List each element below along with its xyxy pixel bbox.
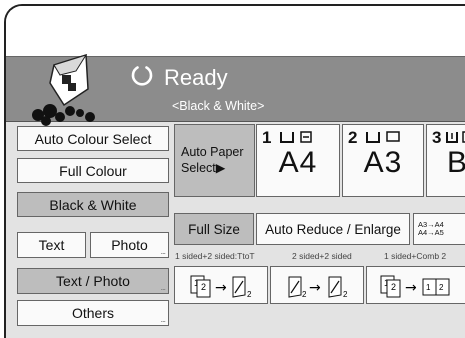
tray-icon: [446, 131, 465, 143]
status-subtitle: <Black & White>: [172, 99, 265, 113]
duplex-2-to-2-button[interactable]: 2 → 2: [270, 266, 364, 304]
top-band: [6, 6, 465, 56]
others-button[interactable]: Others ...: [17, 300, 169, 326]
duplex-2-to-2-icon: 2 → 2: [288, 276, 348, 299]
full-size-button[interactable]: Full Size: [174, 213, 254, 245]
photo-button-label: Photo: [111, 237, 148, 253]
tray-2-number: 2: [348, 128, 358, 147]
others-label: Others: [71, 305, 114, 321]
auto-colour-select-button[interactable]: Auto Colour Select: [17, 126, 169, 151]
copier-logo-icon: [32, 53, 95, 126]
auto-paper-select-button[interactable]: Auto Paper Select▶: [174, 124, 255, 197]
svg-text:2: 2: [247, 290, 252, 299]
svg-text:→: →: [405, 280, 417, 296]
svg-text:2: 2: [439, 283, 444, 292]
duplex-1-to-2-icon: 1 2 → 2: [190, 275, 252, 299]
status-header: Ready <Black & White>: [6, 53, 465, 126]
photo-button[interactable]: Photo ...: [90, 232, 169, 258]
more-options-icon: ...: [160, 314, 165, 324]
svg-text:2: 2: [391, 282, 396, 292]
svg-text:→: →: [215, 280, 227, 296]
auto-paper-select-label: Auto Paper Select▶: [181, 144, 244, 175]
auto-reduce-enlarge-button[interactable]: Auto Reduce / Enlarge: [256, 213, 410, 245]
duplex-label-1: 1 sided+2 sided:TtoT: [175, 251, 255, 261]
tray-1-number: 1: [262, 128, 272, 147]
tray-1-button[interactable]: 1 A4: [256, 124, 340, 197]
duplex-label-3: 1 sided+Comb 2: [384, 251, 447, 261]
text-photo-label: Text / Photo: [56, 273, 130, 289]
tray-3-number: 3: [432, 128, 442, 147]
text-button[interactable]: Text: [17, 232, 86, 258]
duplex-1-to-comb-icon: 1 2 → 1 2: [380, 275, 450, 298]
text-photo-button[interactable]: Text / Photo ...: [17, 268, 169, 294]
svg-text:→: →: [309, 280, 321, 296]
text-button-label: Text: [38, 237, 65, 253]
duplex-label-2: 2 sided+2 sided: [292, 251, 352, 261]
svg-text:2: 2: [302, 290, 307, 299]
preset-ratio-button[interactable]: A3→A4 A4→A5: [413, 213, 465, 245]
tray-3-size: B4: [447, 146, 465, 180]
tray-icon: [366, 131, 400, 143]
svg-text:2: 2: [343, 290, 348, 299]
duplex-1-to-comb-button[interactable]: 1 2 → 1 2: [366, 266, 465, 304]
tray-2-button[interactable]: 2 A3: [342, 124, 424, 197]
copier-panel: Ready <Black & White> Auto Colour Select…: [4, 4, 465, 338]
more-options-icon: ...: [160, 282, 165, 292]
tray-icon: [280, 131, 312, 143]
black-and-white-button[interactable]: Black & White: [17, 192, 169, 217]
svg-text:1: 1: [426, 283, 431, 292]
more-options-icon: ...: [160, 246, 165, 256]
tray-1-size: A4: [278, 146, 318, 179]
full-colour-button[interactable]: Full Colour: [17, 158, 169, 183]
ready-indicator-icon: [131, 66, 153, 86]
duplex-1-to-2-button[interactable]: 1 2 → 2: [174, 266, 268, 304]
svg-text:2: 2: [201, 282, 206, 292]
tray-2-size: A3: [363, 146, 403, 179]
tray-3-button[interactable]: 3 B4: [426, 124, 465, 197]
preset-ratio-label: A3→A4 A4→A5: [418, 219, 444, 237]
status-title: Ready: [164, 65, 228, 90]
